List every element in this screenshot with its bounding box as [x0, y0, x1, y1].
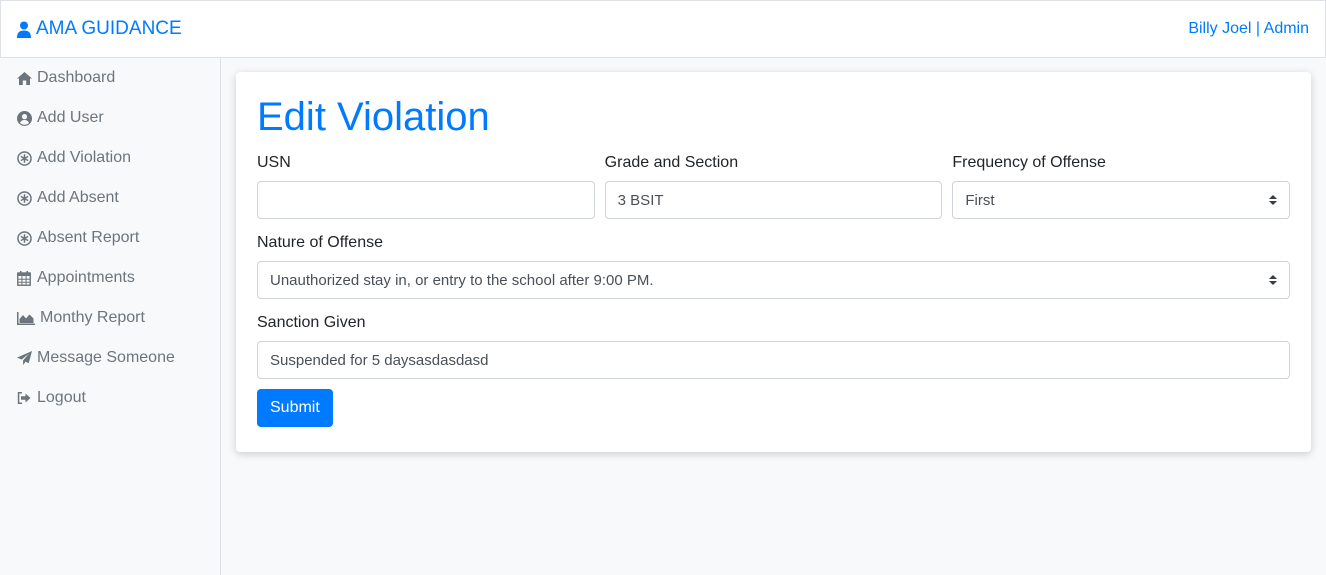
- sidebar-item-label: Absent Report: [37, 229, 140, 246]
- user-separator: |: [1251, 20, 1264, 37]
- frequency-group: Frequency of Offense First: [952, 139, 1291, 219]
- paper-plane-icon: [16, 350, 32, 366]
- frequency-label: Frequency of Offense: [952, 154, 1106, 171]
- user-info: Billy Joel | Admin: [1188, 20, 1309, 38]
- area-chart-icon: [16, 310, 35, 326]
- submit-button[interactable]: Submit: [257, 389, 333, 427]
- asterisk-circle-icon: [16, 230, 32, 246]
- sidebar-item-absent-report[interactable]: Absent Report: [0, 218, 220, 258]
- page-title: Edit Violation: [257, 95, 490, 139]
- sidebar-item-label: Dashboard: [37, 69, 116, 86]
- asterisk-circle-icon: [16, 190, 32, 206]
- sanction-field[interactable]: [257, 341, 1290, 379]
- grade-section-label: Grade and Section: [604, 154, 739, 171]
- main-content: Edit Violation USN Grade and Section Fre…: [221, 58, 1326, 575]
- brand-link[interactable]: AMA GUIDANCE: [17, 18, 182, 40]
- sanction-label: Sanction Given: [257, 314, 366, 331]
- calendar-icon: [16, 270, 32, 286]
- chevron-updown-icon: [1269, 275, 1277, 285]
- sidebar-item-label: Monthy Report: [40, 309, 145, 326]
- asterisk-circle-icon: [16, 150, 32, 166]
- sidebar-item-label: Message Someone: [37, 349, 175, 366]
- nature-select[interactable]: Unauthorized stay in, or entry to the sc…: [257, 261, 1290, 299]
- sidebar: Dashboard Add User Add Violation Add Abs…: [0, 58, 221, 575]
- sidebar-item-dashboard[interactable]: Dashboard: [0, 58, 220, 98]
- nature-label: Nature of Offense: [257, 234, 383, 251]
- brand-label: AMA GUIDANCE: [36, 18, 182, 39]
- chevron-updown-icon: [1269, 195, 1278, 205]
- edit-violation-card: Edit Violation USN Grade and Section Fre…: [236, 72, 1311, 452]
- sidebar-item-add-user[interactable]: Add User: [0, 98, 220, 138]
- form-row-top: USN Grade and Section Frequency of Offen…: [257, 139, 1291, 219]
- home-icon: [16, 70, 32, 86]
- grade-section-field[interactable]: [604, 181, 943, 219]
- usn-label: USN: [257, 154, 291, 171]
- user-role-link[interactable]: Admin: [1264, 20, 1309, 37]
- usn-field[interactable]: [257, 181, 595, 219]
- top-navbar: AMA GUIDANCE Billy Joel | Admin: [0, 0, 1326, 58]
- nature-selected-value: Unauthorized stay in, or entry to the sc…: [270, 271, 654, 289]
- sidebar-item-label: Add Absent: [37, 189, 119, 206]
- sidebar-item-label: Add Violation: [37, 149, 131, 166]
- sidebar-item-add-absent[interactable]: Add Absent: [0, 178, 220, 218]
- grade-section-group: Grade and Section: [604, 139, 943, 219]
- usn-group: USN: [257, 139, 595, 219]
- sidebar-item-monthly-report[interactable]: Monthy Report: [0, 298, 220, 338]
- frequency-selected-value: First: [965, 191, 995, 209]
- user-icon: [17, 21, 31, 38]
- sidebar-item-appointments[interactable]: Appointments: [0, 258, 220, 298]
- user-name-link[interactable]: Billy Joel: [1188, 20, 1251, 37]
- user-circle-icon: [16, 110, 32, 126]
- sidebar-item-label: Appointments: [37, 269, 135, 286]
- sign-out-icon: [16, 390, 32, 406]
- sidebar-item-label: Logout: [37, 389, 86, 406]
- sidebar-item-message-someone[interactable]: Message Someone: [0, 338, 220, 378]
- sidebar-item-add-violation[interactable]: Add Violation: [0, 138, 220, 178]
- sidebar-item-logout[interactable]: Logout: [0, 378, 220, 418]
- sidebar-item-label: Add User: [37, 109, 104, 126]
- frequency-select[interactable]: First: [952, 181, 1291, 219]
